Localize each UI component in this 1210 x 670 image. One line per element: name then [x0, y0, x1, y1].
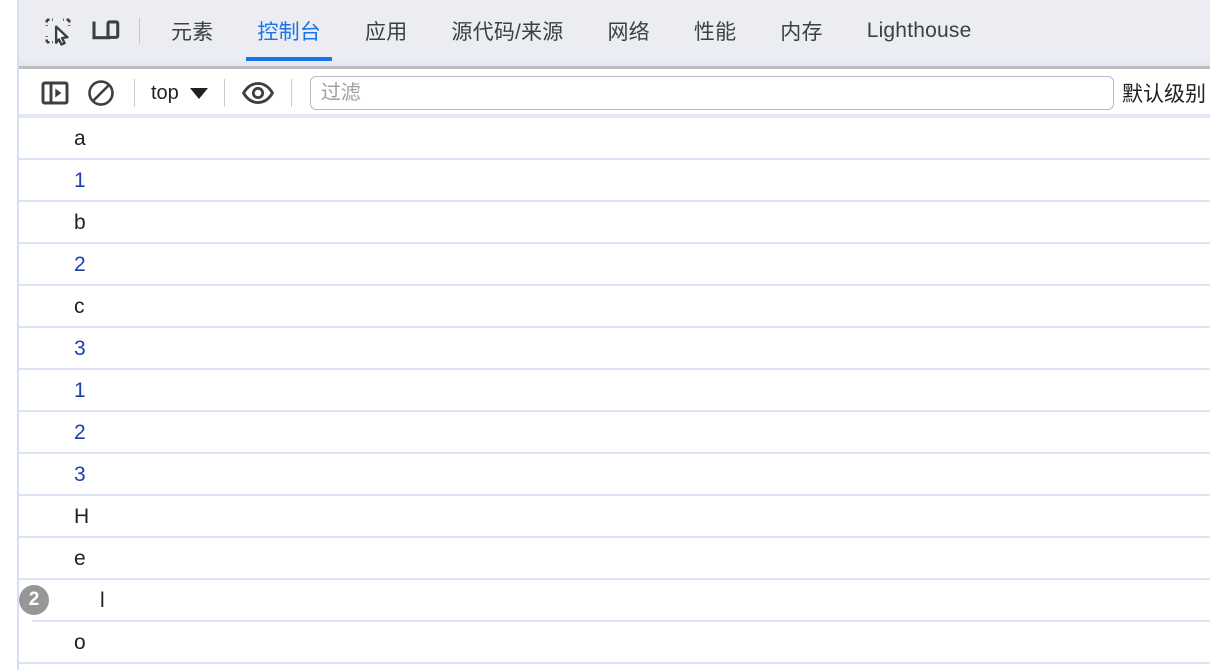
- console-message-row[interactable]: 1: [19, 160, 1210, 202]
- console-message-row[interactable]: c: [19, 286, 1210, 328]
- console-message-row[interactable]: 3: [19, 454, 1210, 496]
- console-message-row[interactable]: a: [19, 118, 1210, 160]
- toolbar-separator-1: [134, 79, 135, 107]
- console-message-row[interactable]: o: [19, 622, 1210, 664]
- tab-label: 元素: [171, 20, 214, 44]
- execution-context-label: top: [151, 81, 179, 104]
- left-gutter: [0, 0, 17, 670]
- console-message-row[interactable]: 2: [19, 412, 1210, 454]
- execution-context-selector[interactable]: top: [145, 76, 214, 110]
- filter-input[interactable]: [309, 76, 1114, 110]
- console-message-row[interactable]: H: [19, 496, 1210, 538]
- clear-console-icon[interactable]: [78, 73, 124, 113]
- tab-network[interactable]: 网络: [585, 0, 671, 61]
- tab-application[interactable]: 应用: [343, 0, 429, 61]
- console-message-text: 1: [74, 168, 86, 192]
- panel-tabs: 元素 控制台 应用 源代码/来源 网络 性能 内存 Lighthouse: [149, 0, 993, 61]
- tab-performance[interactable]: 性能: [672, 0, 758, 61]
- device-toolbar-icon[interactable]: [82, 0, 130, 61]
- console-message-text: 2: [74, 420, 86, 444]
- tab-sources[interactable]: 源代码/来源: [429, 0, 585, 61]
- panel-left-border: [17, 0, 19, 670]
- console-message-row[interactable]: b: [19, 202, 1210, 244]
- console-message-row[interactable]: 3: [19, 328, 1210, 370]
- console-message-row[interactable]: 2l: [19, 580, 1210, 622]
- tab-label: 内存: [780, 20, 823, 44]
- tab-elements[interactable]: 元素: [149, 0, 235, 61]
- console-message-row[interactable]: 1: [19, 370, 1210, 412]
- console-message-text: 1: [74, 378, 86, 402]
- console-message-text: 2: [74, 252, 86, 276]
- tab-label: Lighthouse: [866, 18, 972, 42]
- toolbar-separator-2: [223, 79, 225, 107]
- tab-label: 应用: [365, 20, 408, 44]
- tab-label: 网络: [607, 20, 650, 44]
- console-message-list[interactable]: a1b2c3123He2lo: [19, 118, 1210, 670]
- tabbar-separator: [139, 17, 140, 44]
- inspect-element-icon[interactable]: [34, 0, 82, 61]
- tab-label: 性能: [693, 20, 737, 44]
- tab-memory[interactable]: 内存: [758, 0, 844, 61]
- console-message-text: b: [74, 210, 86, 234]
- console-message-text: 3: [74, 336, 86, 360]
- console-message-text: o: [74, 630, 86, 654]
- live-expression-eye-icon[interactable]: [235, 73, 281, 113]
- console-sidebar-icon[interactable]: [32, 73, 78, 113]
- toolbar-separator-3: [290, 79, 292, 107]
- console-message-row[interactable]: e: [19, 538, 1210, 580]
- log-level-selector[interactable]: 默认级别: [1122, 78, 1210, 108]
- console-message-text: a: [74, 126, 86, 150]
- tabbar-icon-group: [18, 0, 149, 61]
- repeat-count-badge: 2: [19, 585, 49, 615]
- tab-console[interactable]: 控制台: [235, 0, 343, 61]
- console-message-text: H: [74, 504, 90, 528]
- console-toolbar: top 默认级别: [18, 69, 1210, 117]
- devtools-window: 元素 控制台 应用 源代码/来源 网络 性能 内存 Lighthouse top…: [0, 0, 1210, 670]
- console-message-text: e: [74, 546, 86, 570]
- chevron-down-icon: [189, 87, 208, 99]
- console-message-text: c: [74, 294, 85, 318]
- console-message-text: 3: [74, 462, 86, 486]
- tab-lighthouse[interactable]: Lighthouse: [845, 0, 994, 61]
- tab-label: 源代码/来源: [451, 20, 564, 44]
- tab-label: 控制台: [257, 20, 322, 44]
- console-message-row[interactable]: 2: [19, 244, 1210, 286]
- console-message-text: l: [100, 588, 105, 612]
- devtools-tabbar: 元素 控制台 应用 源代码/来源 网络 性能 内存 Lighthouse: [18, 0, 1210, 61]
